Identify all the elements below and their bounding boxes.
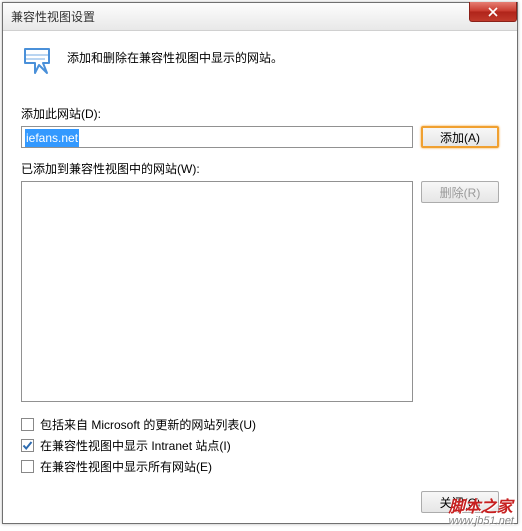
close-button[interactable]: 关闭(C) xyxy=(421,491,499,513)
add-input-row: iefans.net 添加(A) xyxy=(21,126,499,148)
checkbox-all-websites[interactable] xyxy=(21,460,34,473)
add-button[interactable]: 添加(A) xyxy=(421,126,499,148)
close-icon xyxy=(487,7,499,17)
checkbox-label: 包括来自 Microsoft 的更新的网站列表(U) xyxy=(40,416,256,433)
added-websites-listbox[interactable] xyxy=(21,181,413,402)
checkbox-label: 在兼容性视图中显示 Intranet 站点(I) xyxy=(40,437,231,454)
dialog-footer: 关闭(C) xyxy=(21,491,499,513)
dialog-content: 添加和删除在兼容性视图中显示的网站。 添加此网站(D): iefans.net … xyxy=(3,31,517,523)
remove-button[interactable]: 删除(R) xyxy=(421,181,499,203)
checkbox-row-microsoft-list[interactable]: 包括来自 Microsoft 的更新的网站列表(U) xyxy=(21,416,499,433)
add-website-label: 添加此网站(D): xyxy=(21,105,499,122)
list-row: 删除(R) xyxy=(21,181,499,402)
window-title: 兼容性视图设置 xyxy=(11,8,95,25)
checkbox-row-all-websites[interactable]: 在兼容性视图中显示所有网站(E) xyxy=(21,458,499,475)
header-row: 添加和删除在兼容性视图中显示的网站。 xyxy=(21,45,499,77)
checkbox-microsoft-list[interactable] xyxy=(21,418,34,431)
dialog-window: 兼容性视图设置 添加和删除在兼容性视图中显示的网站。 添加此网站(D): ief… xyxy=(2,2,518,524)
compatibility-view-icon xyxy=(21,45,53,77)
add-website-input[interactable]: iefans.net xyxy=(21,126,413,148)
titlebar: 兼容性视图设置 xyxy=(3,3,517,31)
added-list-label: 已添加到兼容性视图中的网站(W): xyxy=(21,160,499,177)
header-description: 添加和删除在兼容性视图中显示的网站。 xyxy=(67,45,283,66)
add-website-input-value: iefans.net xyxy=(25,129,79,147)
checkbox-label: 在兼容性视图中显示所有网站(E) xyxy=(40,458,212,475)
close-window-button[interactable] xyxy=(469,2,517,22)
checkbox-row-intranet[interactable]: 在兼容性视图中显示 Intranet 站点(I) xyxy=(21,437,499,454)
checkbox-intranet[interactable] xyxy=(21,439,34,452)
